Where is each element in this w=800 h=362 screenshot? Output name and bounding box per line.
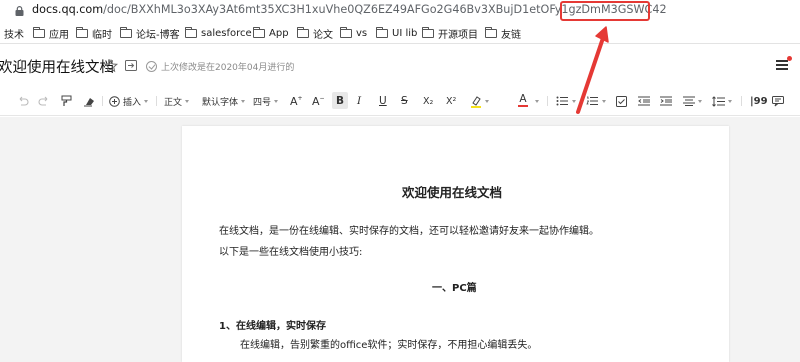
insert-button[interactable]: 插入	[109, 94, 149, 108]
subscript-button[interactable]: X₂	[423, 94, 433, 108]
font-size-label: 四号	[253, 97, 272, 108]
line-spacing-icon[interactable]	[712, 94, 732, 108]
bookmark-label: 论坛-博客	[136, 30, 180, 41]
indent-increase-icon[interactable]	[660, 94, 672, 108]
bookmark-item[interactable]: 友链	[485, 27, 521, 41]
highlight-color-button[interactable]	[470, 94, 489, 108]
font-size-select[interactable]: 四号	[253, 94, 279, 108]
star-icon[interactable]	[104, 59, 118, 73]
document-heading: 欢迎使用在线文档	[402, 185, 503, 200]
superscript-button[interactable]: X²	[446, 94, 456, 108]
notification-dot	[787, 56, 792, 61]
bookmark-label: 开源项目	[438, 30, 478, 41]
font-color-label: A	[519, 93, 527, 105]
folder-icon	[297, 27, 309, 38]
bookmark-item[interactable]: 论坛-博客	[120, 27, 180, 41]
move-to-folder-icon[interactable]	[125, 60, 137, 71]
paragraph-style-label: 正文	[164, 97, 183, 108]
bookmark-label: UI lib	[392, 28, 418, 39]
folder-icon	[376, 27, 388, 38]
bookmarks-bar: 技术 应用 临时 论坛-博客 salesforce App 论文 vs UI l…	[0, 22, 800, 44]
save-status: 上次修改是在2020年04月进行的	[146, 60, 294, 73]
quote-button[interactable]: |99	[750, 94, 768, 108]
insert-label: 插入	[123, 97, 142, 108]
annotation-highlight-box	[560, 1, 650, 21]
document-header: 欢迎使用在线文档 上次修改是在2020年04月进行的	[0, 44, 800, 86]
page-title[interactable]: 欢迎使用在线文档	[0, 56, 114, 77]
check-circle-icon	[146, 61, 157, 72]
folder-icon	[485, 27, 497, 38]
folder-icon	[120, 27, 132, 38]
menu-icon[interactable]	[776, 60, 788, 70]
comment-icon[interactable]	[772, 94, 784, 108]
subscript-label: X₂	[423, 95, 434, 107]
increase-font-icon[interactable]: A +	[290, 94, 303, 108]
folder-icon	[253, 27, 265, 38]
folder-icon	[33, 27, 45, 38]
font-family-label: 默认字体	[202, 97, 239, 108]
indent-decrease-icon[interactable]	[638, 94, 650, 108]
bookmark-item[interactable]: UI lib	[376, 27, 417, 40]
address-bar[interactable]: docs.qq.com/doc/BXXhML3o3XAy3At6mt35XC3H…	[0, 0, 800, 22]
url-host: docs.qq.com	[32, 3, 104, 16]
paragraph-text: 以下是一些在线文档使用小技巧:	[219, 247, 363, 258]
bookmark-item[interactable]: 开源项目	[422, 27, 478, 41]
bookmark-label: 应用	[49, 30, 69, 41]
highlighter-icon	[471, 95, 481, 108]
bookmark-label: 临时	[92, 30, 112, 41]
strikethrough-button[interactable]: S	[401, 94, 408, 108]
bold-label: B	[335, 94, 344, 107]
annotation-arrow	[576, 26, 609, 114]
paragraph-style-select[interactable]: 正文	[164, 94, 190, 108]
subsection-heading: 1、在线编辑，实时保存	[219, 321, 326, 332]
font-color-caret[interactable]	[532, 94, 539, 108]
bookmark-item[interactable]: 应用	[33, 27, 69, 41]
font-color-button[interactable]: A	[518, 94, 528, 108]
save-status-text: 上次修改是在2020年04月进行的	[161, 63, 295, 73]
bookmark-item[interactable]: 技术	[4, 27, 24, 41]
bookmark-item[interactable]: salesforce	[185, 27, 252, 40]
bold-button[interactable]: B	[332, 92, 348, 109]
underline-label: U	[379, 95, 387, 107]
undo-icon[interactable]	[17, 94, 29, 108]
format-painter-icon[interactable]	[61, 94, 72, 108]
bookmark-item[interactable]: 论文	[297, 27, 333, 41]
bookmark-item[interactable]: App	[253, 27, 289, 40]
decrease-font-icon[interactable]: A −	[312, 94, 325, 108]
plus-circle-icon	[109, 95, 120, 107]
format-toolbar: 插入 正文 默认字体 四号 A + A − B I U S X₂ X² A |99	[0, 86, 800, 116]
folder-icon	[422, 27, 434, 38]
bookmark-label: App	[269, 28, 289, 39]
paragraph-text: 在线文档，是一份在线编辑、实时保存的文档，还可以轻松邀请好友来一起协作编辑。	[219, 226, 599, 237]
bookmark-item[interactable]: vs	[340, 27, 367, 40]
font-family-select[interactable]: 默认字体	[202, 94, 246, 108]
paragraph-text: 在线编辑，告别繁重的office软件；实时保存，不用担心编辑丢失。	[240, 340, 538, 351]
folder-icon	[185, 27, 197, 38]
superscript-label: X²	[446, 95, 457, 107]
quote-label: |99	[750, 95, 768, 107]
folder-icon	[76, 27, 88, 38]
section-heading: 一、PC篇	[432, 283, 477, 294]
folder-icon	[340, 27, 352, 38]
bookmark-label: 论文	[313, 30, 333, 41]
clear-format-icon[interactable]	[83, 94, 95, 108]
underline-button[interactable]: U	[379, 94, 387, 108]
italic-button[interactable]: I	[357, 94, 361, 108]
align-icon[interactable]	[683, 94, 702, 108]
bookmark-item[interactable]: 临时	[76, 27, 112, 41]
redo-icon[interactable]	[38, 94, 50, 108]
bookmark-label: 友链	[501, 30, 521, 41]
bookmark-label: vs	[356, 28, 368, 39]
strikethrough-label: S	[401, 95, 408, 107]
bookmark-label: salesforce	[201, 28, 252, 39]
italic-label: I	[357, 95, 362, 107]
lock-icon	[15, 6, 24, 16]
bookmark-label: 技术	[4, 30, 24, 41]
